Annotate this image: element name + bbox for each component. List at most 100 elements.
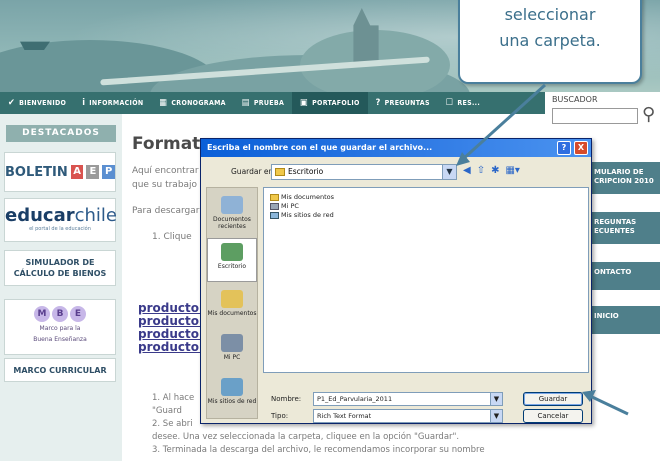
info-icon: i	[82, 98, 86, 108]
chevron-down-icon[interactable]: ▼	[442, 165, 456, 179]
filename-input[interactable]: P1_Ed_Parvularia_2011 ▼	[313, 392, 503, 406]
educarchile-tagline: el portal de la educación	[29, 226, 91, 232]
boletin-letter: A	[70, 165, 84, 179]
file-name: Mi PC	[281, 202, 299, 210]
back-icon[interactable]: ◀	[463, 165, 471, 176]
preguntas-line-2: ECUENTES	[594, 227, 635, 235]
preguntas-button[interactable]: REGUNTAS ECUENTES	[590, 212, 660, 244]
cancel-button[interactable]: Cancelar	[523, 409, 583, 423]
instruction-callout: seleccionar una carpeta.	[458, 0, 642, 84]
mbe-button[interactable]: M B E Marco para la Buena Enseñanza	[4, 299, 116, 355]
filetype-select[interactable]: Rich Text Format ▼	[313, 409, 503, 423]
nav-item-prueba[interactable]: ▤ PRUEBA	[234, 92, 292, 114]
filename-row: Nombre: P1_Ed_Parvularia_2011 ▼ Guardar	[263, 392, 589, 408]
file-item[interactable]: Mis documentos	[270, 193, 334, 201]
close-button[interactable]: X	[574, 141, 588, 155]
boletin-aep-button[interactable]: BOLETIN A E P	[4, 152, 116, 192]
recent-documents-icon	[221, 196, 243, 214]
nav-item-res[interactable]: ☐ RES...	[438, 92, 488, 114]
filename-label: Nombre:	[271, 395, 302, 403]
nav-item-cronograma[interactable]: ▦ CRONOGRAMA	[151, 92, 233, 114]
file-item[interactable]: Mis sitios de red	[270, 211, 334, 219]
educarchile-button[interactable]: educarchile el portal de la educación	[4, 198, 117, 242]
mbe-letter: E	[70, 306, 86, 322]
simulador-line-2: CÁLCULO DE BIENOS	[13, 269, 107, 278]
view-menu-icon[interactable]: ▦▾	[505, 165, 519, 176]
question-icon: ?	[375, 98, 381, 108]
place-label: Mis documentos	[207, 310, 257, 317]
save-in-value: Escritorio	[288, 167, 324, 176]
dialog-title: Escriba el nombre con el que guardar el …	[207, 143, 433, 152]
callout-line-2: una carpeta.	[499, 31, 601, 50]
chevron-down-icon[interactable]: ▼	[490, 393, 502, 405]
save-in-select[interactable]: Escritorio ▼	[271, 164, 457, 180]
simulario-button[interactable]: MULARIO DE CRIPCION 2010	[590, 162, 660, 194]
chevron-down-icon[interactable]: ▼	[490, 410, 502, 422]
educar-word: educar	[5, 205, 75, 226]
network-places-icon	[221, 378, 243, 396]
save-arrow-line	[589, 394, 629, 416]
filetype-value: Rich Text Format	[317, 412, 372, 420]
filetype-label: Tipo:	[271, 412, 289, 420]
my-computer-icon	[221, 334, 243, 352]
up-folder-icon[interactable]: ⇧	[477, 165, 485, 176]
place-desktop[interactable]: Escritorio	[207, 238, 257, 282]
preguntas-line-1: REGUNTAS	[594, 218, 637, 226]
file-name: Mis documentos	[281, 193, 335, 201]
destacados-heading: DESTACADOS	[6, 125, 116, 142]
filetype-row: Tipo: Rich Text Format ▼ Cancelar	[263, 409, 589, 425]
place-label: Mi PC	[223, 354, 241, 361]
simulador-button[interactable]: SIMULADOR DE CÁLCULO DE BIENOS	[4, 250, 116, 286]
left-sidebar: DESTACADOS BOLETIN A E P educarchile el …	[0, 114, 122, 461]
mbe-logo: M B E	[5, 306, 115, 322]
contacto-button[interactable]: ONTACTO	[590, 262, 660, 290]
place-my-computer[interactable]: Mi PC	[207, 330, 257, 374]
search-label: BUSCADOR	[552, 95, 598, 104]
boletin-letter: P	[102, 165, 116, 179]
nav-item-preguntas[interactable]: ? PREGUNTAS	[368, 92, 438, 114]
check-icon: ✔	[8, 98, 16, 108]
intro-text: que su trabajo	[132, 180, 198, 190]
clipboard-icon: ☐	[445, 98, 454, 108]
portfolio-icon: ▣	[300, 98, 309, 108]
folder-icon	[270, 193, 279, 201]
my-documents-icon	[221, 290, 243, 308]
mbe-sub-1: Marco para la	[39, 325, 81, 332]
place-label: Mis sitios de red	[207, 398, 257, 405]
file-list[interactable]: Mis documentos Mi PC Mis sitios de red	[263, 187, 589, 373]
nav-item-portafolio[interactable]: ▣ PORTAFOLIO	[292, 92, 368, 114]
nav-item-bienvenido[interactable]: ✔ BIENVENIDO	[0, 92, 74, 114]
search-input[interactable]	[552, 108, 638, 124]
nav-item-informacion[interactable]: i INFORMACIÓN	[74, 92, 151, 114]
save-button[interactable]: Guardar	[523, 392, 583, 406]
simulario-line-1: MULARIO DE	[594, 168, 644, 176]
place-label: Escritorio	[217, 263, 247, 270]
computer-icon	[270, 202, 279, 210]
marco-curricular-button[interactable]: MARCO CURRICULAR	[4, 358, 116, 382]
educarchile-logo: educarchile	[5, 205, 117, 226]
places-bar: Documentos recientes Escritorio Mis docu…	[206, 187, 258, 419]
document-icon: ▤	[241, 98, 250, 108]
file-item[interactable]: Mi PC	[270, 202, 299, 210]
save-file-dialog: Escriba el nombre con el que guardar el …	[200, 138, 592, 424]
save-in-row: Guardar en: Escritorio ▼ ◀ ⇧ ✱ ▦▾	[201, 164, 591, 182]
nav-item-label: CRONOGRAMA	[171, 99, 226, 107]
file-name: Mis sitios de red	[281, 211, 334, 219]
nav-item-label: RES...	[457, 99, 481, 107]
dialog-titlebar[interactable]: Escriba el nombre con el que guardar el …	[201, 139, 591, 157]
save-in-label: Guardar en:	[231, 167, 276, 176]
inicio-button[interactable]: INICIO	[590, 306, 660, 334]
network-icon	[270, 211, 279, 219]
place-my-documents[interactable]: Mis documentos	[207, 286, 257, 330]
search-icon[interactable]: ⚲	[642, 104, 655, 125]
help-button[interactable]: ?	[557, 141, 571, 155]
dialog-toolbar: ◀ ⇧ ✱ ▦▾	[463, 165, 520, 176]
place-network[interactable]: Mis sitios de red	[207, 374, 257, 418]
new-folder-icon[interactable]: ✱	[491, 165, 499, 176]
mbe-letter: B	[52, 306, 68, 322]
place-recent-documents[interactable]: Documentos recientes	[207, 192, 257, 236]
nav-item-label: PREGUNTAS	[384, 99, 430, 107]
chile-word: chile	[74, 205, 117, 226]
simulador-line-1: SIMULADOR DE	[25, 258, 95, 267]
instruction-line: desee. Una vez seleccionada la carpeta, …	[152, 432, 460, 442]
